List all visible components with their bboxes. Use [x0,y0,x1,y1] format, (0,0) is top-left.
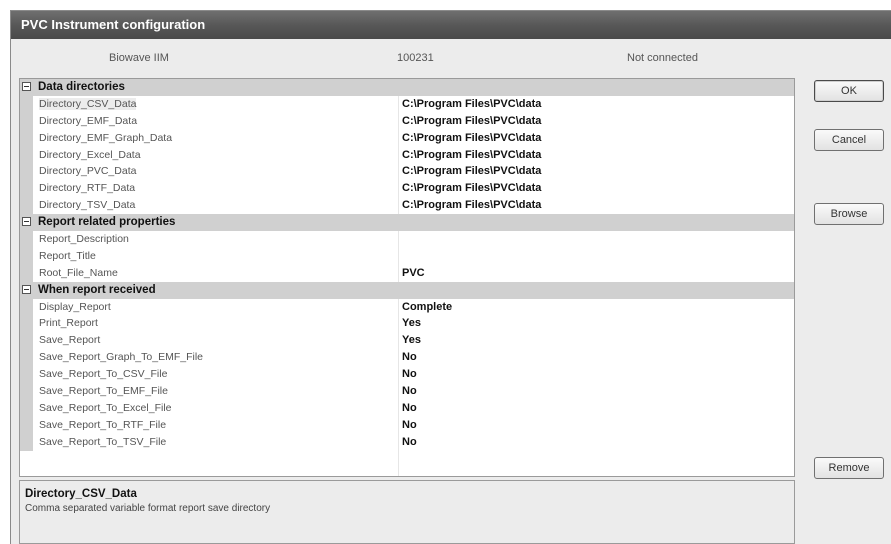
property-name: Directory_PVC_Data [39,165,137,178]
property-value[interactable]: C:\Program Files\PVC\data [402,132,541,144]
device-name: Biowave IIM [109,52,169,64]
property-name: Directory_Excel_Data [39,148,141,161]
collapse-icon[interactable] [22,82,31,91]
property-value[interactable]: C:\Program Files\PVC\data [402,199,541,211]
property-value[interactable]: No [402,436,417,448]
property-value[interactable]: No [402,385,417,397]
property-name: Directory_RTF_Data [39,182,136,195]
property-row[interactable]: Report_Title [20,247,794,265]
device-info-bar: Biowave IIM 100231 Not connected [19,46,795,71]
property-name: Save_Report_To_EMF_File [39,385,168,398]
property-row[interactable]: Print_Report Yes [20,315,794,333]
category-data-directories[interactable]: Data directories [20,79,794,96]
property-name: Save_Report_To_CSV_File [39,368,168,381]
property-name: Root_File_Name [39,266,118,279]
property-name: Save_Report_To_Excel_File [39,401,172,414]
property-value[interactable]: C:\Program Files\PVC\data [402,165,541,177]
property-name: Save_Report [39,334,101,347]
property-row[interactable]: Save_Report_To_RTF_File No [20,416,794,434]
property-value[interactable]: No [402,351,417,363]
property-name: Save_Report_Graph_To_EMF_File [39,351,204,364]
property-row[interactable]: Directory_Excel_Data C:\Program Files\PV… [20,146,794,164]
property-value[interactable]: PVC [402,267,425,279]
property-row[interactable]: Save_Report_To_Excel_File No [20,399,794,417]
remove-button[interactable]: Remove [814,457,884,479]
property-name: Report_Title [39,249,96,262]
property-name: Print_Report [39,317,98,330]
property-grid[interactable]: Data directories Directory_CSV_Data C:\P… [19,78,795,477]
property-row[interactable]: Save_Report Yes [20,332,794,350]
connection-status: Not connected [627,52,698,64]
property-row[interactable]: Save_Report_To_TSV_File No [20,433,794,451]
property-row[interactable]: Directory_TSV_Data C:\Program Files\PVC\… [20,197,794,215]
property-row[interactable]: Directory_EMF_Data C:\Program Files\PVC\… [20,112,794,130]
config-window: PVC Instrument configuration Biowave IIM… [10,10,891,544]
collapse-icon[interactable] [22,284,31,294]
property-row[interactable]: Display_Report Complete [20,298,794,316]
property-value[interactable]: Yes [402,334,421,346]
category-report-related-properties[interactable]: Report related properties [20,214,794,232]
cancel-button[interactable]: Cancel [814,129,884,151]
category-when-report-received[interactable]: When report received [20,281,794,299]
property-name: Directory_TSV_Data [39,199,136,212]
category-label: Data directories [38,81,125,93]
property-name: Directory_EMF_Graph_Data [39,131,173,144]
property-row[interactable]: Save_Report_Graph_To_EMF_File No [20,349,794,367]
property-name: Display_Report [39,300,111,313]
property-row[interactable]: Root_File_Name PVC [20,264,794,282]
device-serial: 100231 [397,52,434,64]
property-value[interactable]: Yes [402,317,421,329]
ok-button[interactable]: OK [814,80,884,102]
property-name: Directory_EMF_Data [39,114,138,127]
description-text: Comma separated variable format report s… [25,503,271,514]
property-row[interactable]: Directory_RTF_Data C:\Program Files\PVC\… [20,180,794,198]
property-name: Report_Description [39,233,129,246]
description-panel: Directory_CSV_Data Comma separated varia… [19,480,795,544]
category-label: Report related properties [38,216,176,229]
property-value[interactable]: C:\Program Files\PVC\data [402,98,541,110]
description-title: Directory_CSV_Data [25,488,137,500]
property-value[interactable]: No [402,368,417,380]
property-name: Directory_CSV_Data [39,97,137,110]
category-label: When report received [38,283,156,296]
property-value[interactable]: C:\Program Files\PVC\data [402,115,541,127]
property-row[interactable]: Save_Report_To_EMF_File No [20,383,794,400]
collapse-icon[interactable] [22,217,31,227]
window-title: PVC Instrument configuration [11,11,891,39]
property-value[interactable]: C:\Program Files\PVC\data [402,149,541,161]
property-row[interactable]: Report_Description [20,231,794,248]
property-row[interactable]: Directory_PVC_Data C:\Program Files\PVC\… [20,163,794,181]
property-value[interactable]: Complete [402,301,452,313]
property-row[interactable]: Directory_CSV_Data C:\Program Files\PVC\… [20,95,794,113]
property-row[interactable]: Save_Report_To_CSV_File No [20,366,794,384]
property-value[interactable]: No [402,419,417,431]
property-name: Save_Report_To_RTF_File [39,418,167,431]
property-value[interactable]: C:\Program Files\PVC\data [402,182,541,194]
property-value[interactable]: No [402,402,417,414]
browse-button[interactable]: Browse [814,203,884,225]
property-name: Save_Report_To_TSV_File [39,435,167,448]
property-row[interactable]: Directory_EMF_Graph_Data C:\Program File… [20,129,794,147]
